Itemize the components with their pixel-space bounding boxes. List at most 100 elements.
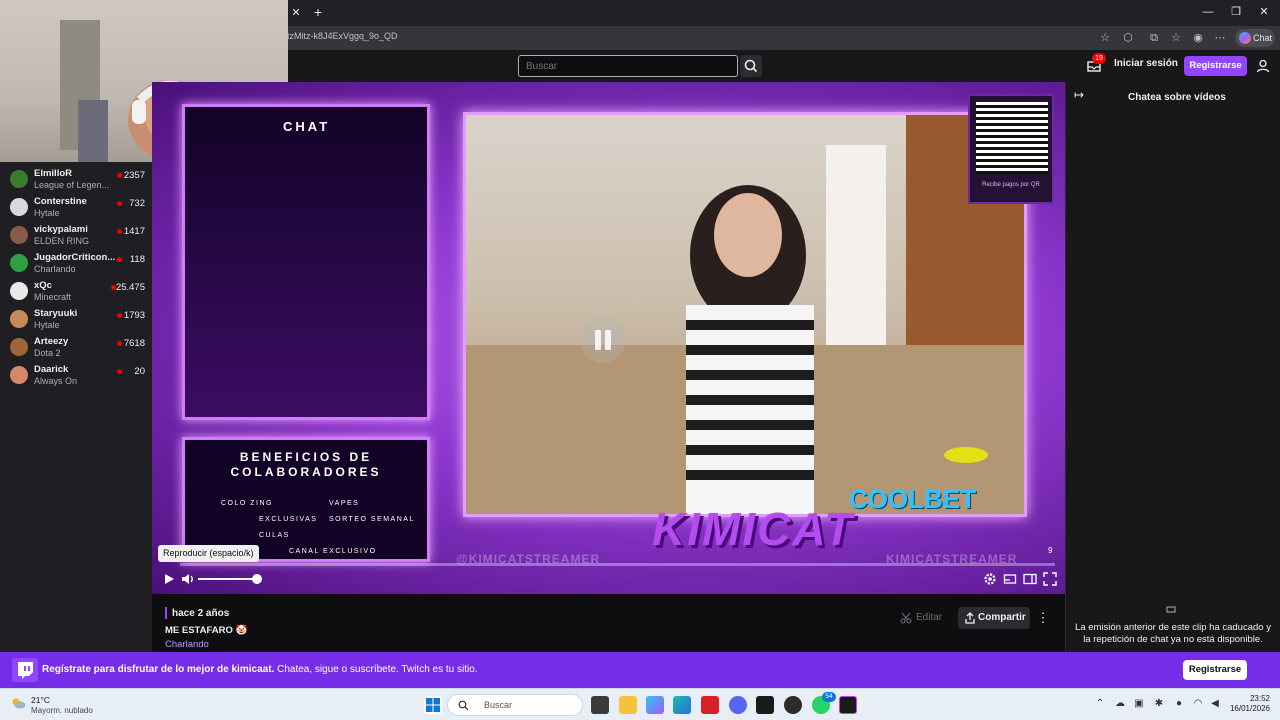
- avatar: [10, 226, 28, 244]
- puzzle-icon[interactable]: ⧉: [1146, 30, 1162, 46]
- channel-game: Minecraft: [34, 292, 72, 302]
- banner-signup-button[interactable]: Registrarse: [1183, 660, 1247, 680]
- collapse-chat-icon[interactable]: ↦: [1074, 88, 1090, 102]
- clip-age: hace 2 años: [172, 608, 230, 619]
- bluetooth-icon[interactable]: ✱: [1153, 698, 1165, 710]
- live-dot-icon: [117, 313, 122, 318]
- play-icon[interactable]: [161, 571, 177, 587]
- copilot-icon[interactable]: [646, 696, 664, 714]
- favorites-icon[interactable]: ☆: [1168, 30, 1184, 46]
- theatre-mode-icon[interactable]: [1022, 571, 1038, 587]
- signup-button[interactable]: Registrarse: [1184, 56, 1247, 76]
- avatar: [10, 254, 28, 272]
- copilot-button[interactable]: Chat: [1235, 29, 1275, 47]
- share-icon: [965, 612, 975, 624]
- restore-icon[interactable]: ❐: [1226, 4, 1246, 20]
- clip-icon[interactable]: [1002, 571, 1018, 587]
- channel-name: xQc: [34, 280, 52, 291]
- more-options-icon[interactable]: ⋮: [1036, 609, 1050, 627]
- chat-panel: [1065, 82, 1280, 652]
- pause-icon[interactable]: [580, 317, 626, 363]
- onedrive-icon[interactable]: ☁: [1114, 698, 1126, 710]
- microphone-icon[interactable]: ●: [1173, 698, 1185, 710]
- volume-slider[interactable]: [198, 578, 260, 580]
- url-text[interactable]: tzMitz-k8J4ExVggq_9o_QD: [287, 31, 398, 41]
- search-button[interactable]: [740, 55, 762, 77]
- notification-badge: 19: [1092, 53, 1106, 64]
- search-input[interactable]: [518, 55, 738, 77]
- clip-title: ME ESTAFARO 🤡: [165, 625, 248, 636]
- edit-button[interactable]: Editar: [896, 608, 952, 628]
- avatar: [10, 198, 28, 216]
- fullscreen-icon[interactable]: [1042, 571, 1058, 587]
- sidebar-channel[interactable]: JugadorCriticon... Charlando 118: [0, 250, 152, 278]
- profile-icon[interactable]: ◉: [1190, 30, 1206, 46]
- channel-name: Conterstine: [34, 196, 87, 207]
- viewer-count: 1793: [123, 310, 145, 321]
- volume-slider-handle[interactable]: [251, 574, 262, 584]
- sidebar: ElmilloR League of Legen... 2357 Conters…: [0, 162, 152, 652]
- extension-icon[interactable]: ⬡: [1120, 30, 1136, 46]
- start-windows-icon[interactable]: [424, 696, 442, 714]
- more-icon[interactable]: ⋯: [1212, 30, 1228, 46]
- weather-cloud-icon[interactable]: [10, 696, 26, 710]
- sidebar-channel[interactable]: xQc Minecraft 25.475: [0, 278, 152, 306]
- file-explorer-icon[interactable]: [619, 696, 637, 714]
- sidebar-channel[interactable]: Staryuuki Hytale 1793: [0, 306, 152, 334]
- viewer-count: 732: [129, 198, 145, 209]
- login-button[interactable]: Iniciar sesión: [1114, 58, 1178, 69]
- taskbar-search-input[interactable]: Buscar: [447, 694, 583, 716]
- channel-name: Daarick: [34, 364, 69, 375]
- search-icon: [458, 700, 469, 711]
- new-tab-button[interactable]: +: [310, 4, 326, 20]
- edge-icon[interactable]: [673, 696, 691, 714]
- chat-bubble-icon: [1166, 605, 1176, 615]
- tab-close-icon[interactable]: ✕: [289, 6, 303, 20]
- user-icon[interactable]: [1255, 58, 1271, 74]
- avatar: [10, 170, 28, 188]
- channel-game: Always On: [34, 376, 78, 386]
- channel-name: JugadorCriticon...: [34, 252, 116, 263]
- nvidia-icon[interactable]: [756, 696, 774, 714]
- clock-time: 23:52: [1249, 694, 1270, 703]
- weather-temp[interactable]: 21°C: [31, 695, 50, 705]
- wifi-icon[interactable]: ◠: [1192, 698, 1204, 710]
- task-view-icon[interactable]: [591, 696, 609, 714]
- speaker-icon[interactable]: ◀: [1209, 698, 1221, 710]
- discord-icon[interactable]: [729, 696, 747, 714]
- taskbar-clock[interactable]: 23:52 16/01/2026: [1228, 694, 1270, 714]
- progress-bar[interactable]: [180, 563, 1055, 566]
- twitch-glitch-icon: [12, 658, 38, 682]
- avatar: [10, 366, 28, 384]
- volume-icon[interactable]: [180, 571, 196, 587]
- tray-app-icon[interactable]: ▣: [1133, 698, 1145, 710]
- live-dot-icon: [117, 341, 122, 346]
- channel-game: League of Legen...: [34, 180, 110, 190]
- wps-icon[interactable]: [701, 696, 719, 714]
- scissors-icon: [900, 612, 912, 624]
- settings-gear-icon[interactable]: [982, 571, 998, 587]
- sidebar-channel[interactable]: Conterstine Hytale 732: [0, 194, 152, 222]
- sidebar-channel[interactable]: Daarick Always On 20: [0, 362, 152, 390]
- chat-expired-message: La emisión anterior de este clip ha cadu…: [1075, 622, 1271, 645]
- star-icon[interactable]: ☆: [1097, 30, 1113, 46]
- sidebar-channel[interactable]: ElmilloR League of Legen... 2357: [0, 166, 152, 194]
- benefits-title: BENEFICIOS DE COLABORADORES: [230, 450, 382, 479]
- close-window-icon[interactable]: ✕: [1254, 4, 1274, 20]
- chevron-up-icon[interactable]: ⌃: [1094, 698, 1106, 710]
- sidebar-channel[interactable]: vickypalami ELDEN RING 1417: [0, 222, 152, 250]
- sidebar-channel[interactable]: Arteezy Dota 2 7618: [0, 334, 152, 362]
- video-player[interactable]: CHAT BENEFICIOS DE COLABORADORES COLO ZI…: [152, 82, 1065, 594]
- capcut-icon[interactable]: [839, 696, 857, 714]
- minimize-icon[interactable]: —: [1198, 4, 1218, 20]
- overlay-chat-panel: CHAT: [182, 104, 430, 420]
- qr-code: Recibe pagos por QR: [968, 94, 1054, 204]
- live-dot-icon: [117, 229, 122, 234]
- weather-desc[interactable]: Mayorm. nublado: [31, 706, 93, 715]
- edit-label: Editar: [916, 612, 943, 623]
- share-button[interactable]: Compartir: [958, 607, 1030, 629]
- channel-name: ElmilloR: [34, 168, 73, 179]
- chrome-icon[interactable]: [784, 696, 802, 714]
- clip-category[interactable]: Charlando: [165, 639, 209, 650]
- qr-caption: Recibe pagos por QR: [982, 182, 1040, 188]
